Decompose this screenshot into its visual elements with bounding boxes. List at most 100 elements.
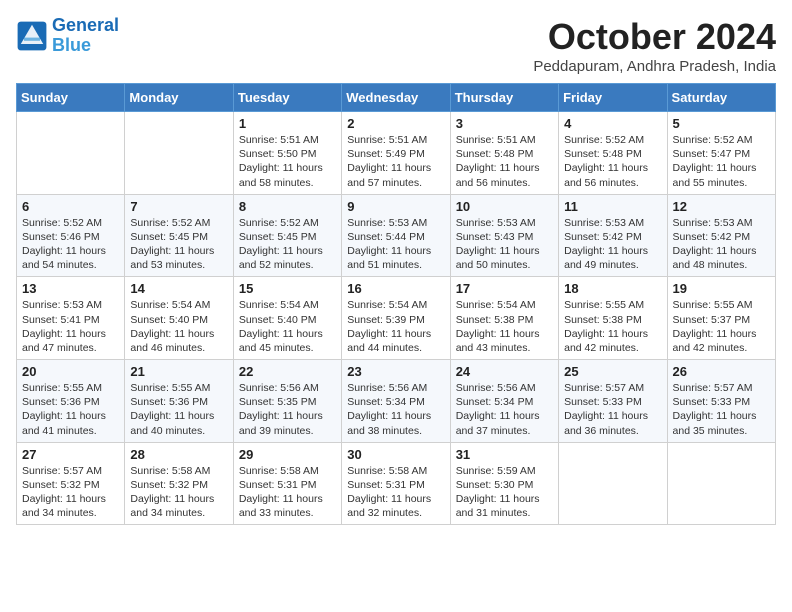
logo-text: General Blue: [52, 16, 119, 56]
day-number: 9: [347, 199, 444, 214]
day-info: Sunrise: 5:54 AMSunset: 5:40 PMDaylight:…: [130, 298, 227, 355]
calendar-cell: 9 Sunrise: 5:53 AMSunset: 5:44 PMDaylight…: [342, 194, 450, 277]
calendar-week-row: 20Sunrise: 5:55 AMSunset: 5:36 PMDayligh…: [17, 360, 776, 443]
calendar-cell: [125, 112, 233, 195]
weekday-header: Saturday: [667, 84, 775, 112]
day-info: Sunrise: 5:55 AMSunset: 5:36 PMDaylight:…: [130, 381, 227, 438]
day-info: Sunrise: 5:52 AMSunset: 5:47 PMDaylight:…: [673, 133, 770, 190]
day-info: Sunrise: 5:54 AMSunset: 5:39 PMDaylight:…: [347, 298, 444, 355]
calendar-cell: 8 Sunrise: 5:52 AMSunset: 5:45 PMDaylight…: [233, 194, 341, 277]
calendar-cell: 11 Sunrise: 5:53 AMSunset: 5:42 PMDayligh…: [559, 194, 667, 277]
day-number: 21: [130, 364, 227, 379]
calendar-cell: 22 Sunrise: 5:56 AMSunset: 5:35 PMDayligh…: [233, 360, 341, 443]
calendar-week-row: 27Sunrise: 5:57 AMSunset: 5:32 PMDayligh…: [17, 442, 776, 525]
calendar-cell: 26 Sunrise: 5:57 AMSunset: 5:33 PMDayligh…: [667, 360, 775, 443]
day-info: Sunrise: 5:51 AMSunset: 5:50 PMDaylight:…: [239, 133, 336, 190]
day-info: Sunrise: 5:59 AMSunset: 5:30 PMDaylight:…: [456, 464, 553, 521]
day-info: Sunrise: 5:58 AMSunset: 5:31 PMDaylight:…: [239, 464, 336, 521]
day-number: 11: [564, 199, 661, 214]
day-info: Sunrise: 5:58 AMSunset: 5:32 PMDaylight:…: [130, 464, 227, 521]
calendar-week-row: 13 Sunrise: 5:53 AMSunset: 5:41 PMDayligh…: [17, 277, 776, 360]
day-info: Sunrise: 5:53 AMSunset: 5:42 PMDaylight:…: [564, 216, 661, 273]
day-info: Sunrise: 5:51 AMSunset: 5:48 PMDaylight:…: [456, 133, 553, 190]
day-number: 6: [22, 199, 119, 214]
day-info: Sunrise: 5:56 AMSunset: 5:34 PMDaylight:…: [456, 381, 553, 438]
logo-line1: General: [52, 15, 119, 35]
day-number: 4: [564, 116, 661, 131]
day-info: Sunrise: 5:54 AMSunset: 5:38 PMDaylight:…: [456, 298, 553, 355]
calendar-cell: 14 Sunrise: 5:54 AMSunset: 5:40 PMDayligh…: [125, 277, 233, 360]
day-number: 25: [564, 364, 661, 379]
calendar-cell: 25 Sunrise: 5:57 AMSunset: 5:33 PMDayligh…: [559, 360, 667, 443]
logo: General Blue: [16, 16, 119, 56]
weekday-header: Friday: [559, 84, 667, 112]
day-info: Sunrise: 5:55 AMSunset: 5:37 PMDaylight:…: [673, 298, 770, 355]
day-number: 16: [347, 281, 444, 296]
calendar-cell: 30 Sunrise: 5:58 AMSunset: 5:31 PMDayligh…: [342, 442, 450, 525]
logo-line2: Blue: [52, 35, 91, 55]
day-info: Sunrise: 5:52 AMSunset: 5:45 PMDaylight:…: [239, 216, 336, 273]
calendar-cell: 21 Sunrise: 5:55 AMSunset: 5:36 PMDayligh…: [125, 360, 233, 443]
day-number: 28: [130, 447, 227, 462]
day-number: 3: [456, 116, 553, 131]
calendar-cell: 27Sunrise: 5:57 AMSunset: 5:32 PMDayligh…: [17, 442, 125, 525]
calendar-cell: 29 Sunrise: 5:58 AMSunset: 5:31 PMDayligh…: [233, 442, 341, 525]
calendar-cell: 12 Sunrise: 5:53 AMSunset: 5:42 PMDayligh…: [667, 194, 775, 277]
calendar-cell: 10 Sunrise: 5:53 AMSunset: 5:43 PMDayligh…: [450, 194, 558, 277]
day-number: 14: [130, 281, 227, 296]
day-info: Sunrise: 5:52 AMSunset: 5:46 PMDaylight:…: [22, 216, 119, 273]
calendar-cell: 15 Sunrise: 5:54 AMSunset: 5:40 PMDayligh…: [233, 277, 341, 360]
weekday-header: Tuesday: [233, 84, 341, 112]
weekday-header: Sunday: [17, 84, 125, 112]
calendar-cell: 20Sunrise: 5:55 AMSunset: 5:36 PMDayligh…: [17, 360, 125, 443]
day-number: 17: [456, 281, 553, 296]
day-info: Sunrise: 5:57 AMSunset: 5:33 PMDaylight:…: [673, 381, 770, 438]
calendar-cell: 31Sunrise: 5:59 AMSunset: 5:30 PMDayligh…: [450, 442, 558, 525]
calendar-cell: 13 Sunrise: 5:53 AMSunset: 5:41 PMDayligh…: [17, 277, 125, 360]
day-info: Sunrise: 5:53 AMSunset: 5:44 PMDaylight:…: [347, 216, 444, 273]
logo-icon: [16, 20, 48, 52]
calendar-week-row: 1Sunrise: 5:51 AMSunset: 5:50 PMDaylight…: [17, 112, 776, 195]
day-number: 12: [673, 199, 770, 214]
day-info: Sunrise: 5:54 AMSunset: 5:40 PMDaylight:…: [239, 298, 336, 355]
day-number: 13: [22, 281, 119, 296]
day-number: 10: [456, 199, 553, 214]
page-header: General Blue October 2024 Peddapuram, An…: [16, 16, 776, 75]
day-info: Sunrise: 5:56 AMSunset: 5:34 PMDaylight:…: [347, 381, 444, 438]
day-number: 22: [239, 364, 336, 379]
calendar-cell: 1Sunrise: 5:51 AMSunset: 5:50 PMDaylight…: [233, 112, 341, 195]
location: Peddapuram, Andhra Pradesh, India: [533, 58, 776, 75]
day-info: Sunrise: 5:53 AMSunset: 5:43 PMDaylight:…: [456, 216, 553, 273]
day-info: Sunrise: 5:57 AMSunset: 5:33 PMDaylight:…: [564, 381, 661, 438]
calendar-cell: 23 Sunrise: 5:56 AMSunset: 5:34 PMDayligh…: [342, 360, 450, 443]
day-info: Sunrise: 5:58 AMSunset: 5:31 PMDaylight:…: [347, 464, 444, 521]
day-number: 26: [673, 364, 770, 379]
calendar-cell: [667, 442, 775, 525]
day-info: Sunrise: 5:53 AMSunset: 5:41 PMDaylight:…: [22, 298, 119, 355]
calendar-cell: 4 Sunrise: 5:52 AMSunset: 5:48 PMDaylight…: [559, 112, 667, 195]
day-info: Sunrise: 5:53 AMSunset: 5:42 PMDaylight:…: [673, 216, 770, 273]
day-number: 23: [347, 364, 444, 379]
calendar-cell: 3 Sunrise: 5:51 AMSunset: 5:48 PMDaylight…: [450, 112, 558, 195]
day-number: 2: [347, 116, 444, 131]
day-number: 30: [347, 447, 444, 462]
calendar-cell: 28 Sunrise: 5:58 AMSunset: 5:32 PMDayligh…: [125, 442, 233, 525]
day-info: Sunrise: 5:52 AMSunset: 5:48 PMDaylight:…: [564, 133, 661, 190]
day-number: 29: [239, 447, 336, 462]
title-block: October 2024 Peddapuram, Andhra Pradesh,…: [533, 16, 776, 75]
day-info: Sunrise: 5:51 AMSunset: 5:49 PMDaylight:…: [347, 133, 444, 190]
day-info: Sunrise: 5:56 AMSunset: 5:35 PMDaylight:…: [239, 381, 336, 438]
day-number: 15: [239, 281, 336, 296]
day-number: 27: [22, 447, 119, 462]
calendar-cell: [559, 442, 667, 525]
day-number: 18: [564, 281, 661, 296]
calendar-cell: 2 Sunrise: 5:51 AMSunset: 5:49 PMDaylight…: [342, 112, 450, 195]
calendar-cell: 6 Sunrise: 5:52 AMSunset: 5:46 PMDaylight…: [17, 194, 125, 277]
day-info: Sunrise: 5:52 AMSunset: 5:45 PMDaylight:…: [130, 216, 227, 273]
calendar-cell: 7Sunrise: 5:52 AMSunset: 5:45 PMDaylight…: [125, 194, 233, 277]
calendar-cell: 17 Sunrise: 5:54 AMSunset: 5:38 PMDayligh…: [450, 277, 558, 360]
day-info: Sunrise: 5:55 AMSunset: 5:38 PMDaylight:…: [564, 298, 661, 355]
day-number: 8: [239, 199, 336, 214]
day-info: Sunrise: 5:55 AMSunset: 5:36 PMDaylight:…: [22, 381, 119, 438]
month-title: October 2024: [533, 16, 776, 58]
